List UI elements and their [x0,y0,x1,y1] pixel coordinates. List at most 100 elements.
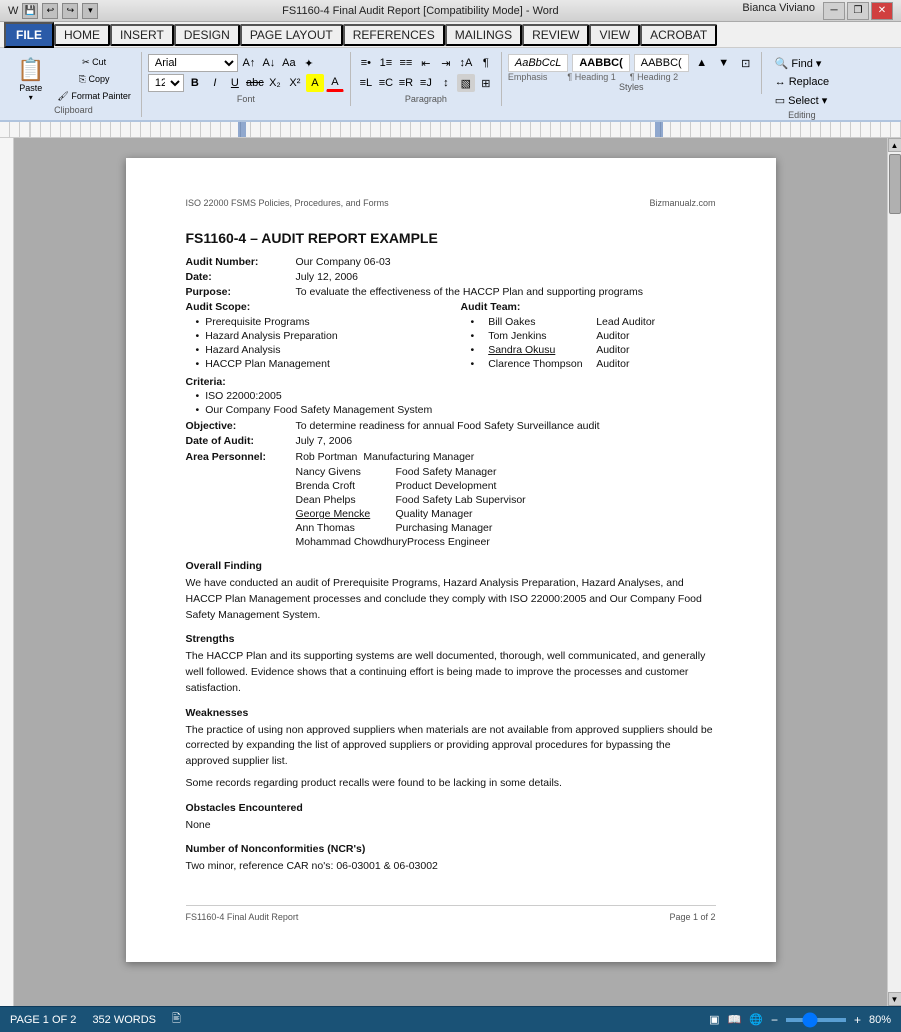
restore-button[interactable]: ❐ [847,2,869,20]
ncr-text: Two minor, reference CAR no's: 06-03001 … [186,859,716,875]
left-ruler [0,138,14,1006]
sort-btn[interactable]: ↕A [457,54,475,72]
document-area: ISO 22000 FSMS Policies, Procedures, and… [0,138,901,1006]
overall-finding-heading: Overall Finding [186,560,716,572]
font-name-select[interactable]: Arial [148,54,238,72]
footer-left: FS1160-4 Final Audit Report [186,912,299,922]
select-button[interactable]: ▭ Select ▾ [768,91,836,110]
status-right: ▣ 📖 🌐 − + 80% [709,1013,891,1027]
subscript-button[interactable]: X₂ [266,74,284,92]
justify-btn[interactable]: ≡J [417,74,435,92]
superscript-button[interactable]: X² [286,74,304,92]
style-emphasis[interactable]: AaBbCcL [508,54,568,72]
overall-finding-text: We have conducted an audit of Prerequisi… [186,576,716,623]
acrobat-menu[interactable]: ACROBAT [640,24,717,46]
italic-button[interactable]: I [206,74,224,92]
ruler-right-indent[interactable] [655,122,663,137]
paste-button[interactable]: 📋 Paste ▾ [10,54,51,105]
format-painter-button[interactable]: 🖌 Format Painter [53,89,134,104]
doc-title: FS1160-4 – AUDIT REPORT EXAMPLE [186,230,716,246]
area-personnel-header: Area Personnel: Rob Portman Manufacturin… [186,451,716,463]
objective-label: Objective: [186,420,296,432]
criteria-row: Criteria: [186,376,716,388]
save-btn[interactable]: 💾 [22,3,38,19]
view-reading-icon[interactable]: 📖 [728,1013,742,1026]
line-spacing-btn[interactable]: ↕ [437,74,455,92]
paste-label: Paste [19,83,42,93]
audit-team-label: Audit Team: [461,301,716,313]
date-label: Date: [186,271,296,283]
multilevel-btn[interactable]: ≡≡ [397,54,415,72]
bold-button[interactable]: B [186,74,204,92]
find-button[interactable]: 🔍 Find ▾ [768,54,836,73]
personnel-row-5: George Mencke Quality Manager [186,508,716,520]
undo-btn[interactable]: ↩ [42,3,58,19]
weaknesses-text2: Some records regarding product recalls w… [186,776,716,792]
team-member-1: • Bill Oakes Lead Auditor [461,316,716,328]
styles-scroll-up[interactable]: ▲ [693,54,711,72]
grow-font-btn[interactable]: A↑ [240,54,258,72]
decrease-indent-btn[interactable]: ⇤ [417,54,435,72]
styles-expand[interactable]: ⊡ [737,54,755,72]
home-menu[interactable]: HOME [54,24,110,46]
file-menu[interactable]: FILE [4,22,54,48]
style-heading2[interactable]: AABBC( [634,54,689,72]
center-btn[interactable]: ≡C [377,74,395,92]
shrink-font-btn[interactable]: A↓ [260,54,278,72]
font-color-btn[interactable]: A [326,74,344,92]
area-personnel-section: Area Personnel: Rob Portman Manufacturin… [186,451,716,548]
zoom-in-btn[interactable]: + [854,1013,861,1027]
date-audit-value: July 7, 2006 [296,435,353,447]
page-layout-menu[interactable]: PAGE LAYOUT [240,24,343,46]
change-case-btn[interactable]: Aa [280,54,298,72]
increase-indent-btn[interactable]: ⇥ [437,54,455,72]
redo-btn[interactable]: ↪ [62,3,78,19]
team-member-2: • Tom Jenkins Auditor [461,330,716,342]
style-heading2-label: ¶ Heading 2 [630,72,678,82]
cut-button[interactable]: ✂ Cut [53,55,134,70]
title-bar: W 💾 ↩ ↪ ▾ FS1160-4 Final Audit Report [C… [0,0,901,22]
underline-button[interactable]: U [226,74,244,92]
bullets-btn[interactable]: ≡• [357,54,375,72]
insert-menu[interactable]: INSERT [110,24,174,46]
close-button[interactable]: ✕ [871,2,893,20]
scroll-thumb[interactable] [889,154,901,214]
zoom-slider[interactable] [786,1018,846,1022]
view-menu[interactable]: VIEW [589,24,640,46]
review-menu[interactable]: REVIEW [522,24,589,46]
shading-btn[interactable]: ▧ [457,74,475,92]
scope-item-3: •Hazard Analysis [186,344,441,356]
scroll-up-btn[interactable]: ▲ [888,138,901,152]
quick-access-btn[interactable]: ▾ [82,3,98,19]
view-normal-icon[interactable]: ▣ [709,1013,719,1026]
font-size-select[interactable]: 12 [148,74,184,92]
select-icon: ▭ [775,94,785,107]
show-hide-btn[interactable]: ¶ [477,54,495,72]
styles-label: Styles [508,82,755,92]
references-menu[interactable]: REFERENCES [343,24,445,46]
align-left-btn[interactable]: ≡L [357,74,375,92]
copy-button[interactable]: ⎘ Copy [53,72,134,87]
strikethrough-button[interactable]: abc [246,74,264,92]
styles-scroll-down[interactable]: ▼ [715,54,733,72]
style-heading1[interactable]: AABBC( [572,54,629,72]
view-web-icon[interactable]: 🌐 [749,1013,763,1026]
zoom-out-btn[interactable]: − [771,1013,778,1027]
text-highlight-btn[interactable]: A [306,74,324,92]
replace-button[interactable]: ↔ Replace [768,73,836,91]
minimize-button[interactable]: ─ [823,2,845,20]
obstacles-text: None [186,818,716,834]
numbering-btn[interactable]: 1≡ [377,54,395,72]
design-menu[interactable]: DESIGN [174,24,240,46]
word-count: 352 WORDS [92,1014,156,1026]
clipboard-label: Clipboard [10,105,137,115]
mailings-menu[interactable]: MAILINGS [445,24,522,46]
align-right-btn[interactable]: ≡R [397,74,415,92]
select-dropdown-icon: ▾ [822,94,828,107]
criteria-item-2: •Our Company Food Safety Management Syst… [186,404,716,416]
replace-icon: ↔ [775,76,786,88]
clear-format-btn[interactable]: ✦ [300,54,318,72]
scroll-down-btn[interactable]: ▼ [888,992,901,1006]
borders-btn[interactable]: ⊞ [477,74,495,92]
ruler-left-indent[interactable] [238,122,246,137]
